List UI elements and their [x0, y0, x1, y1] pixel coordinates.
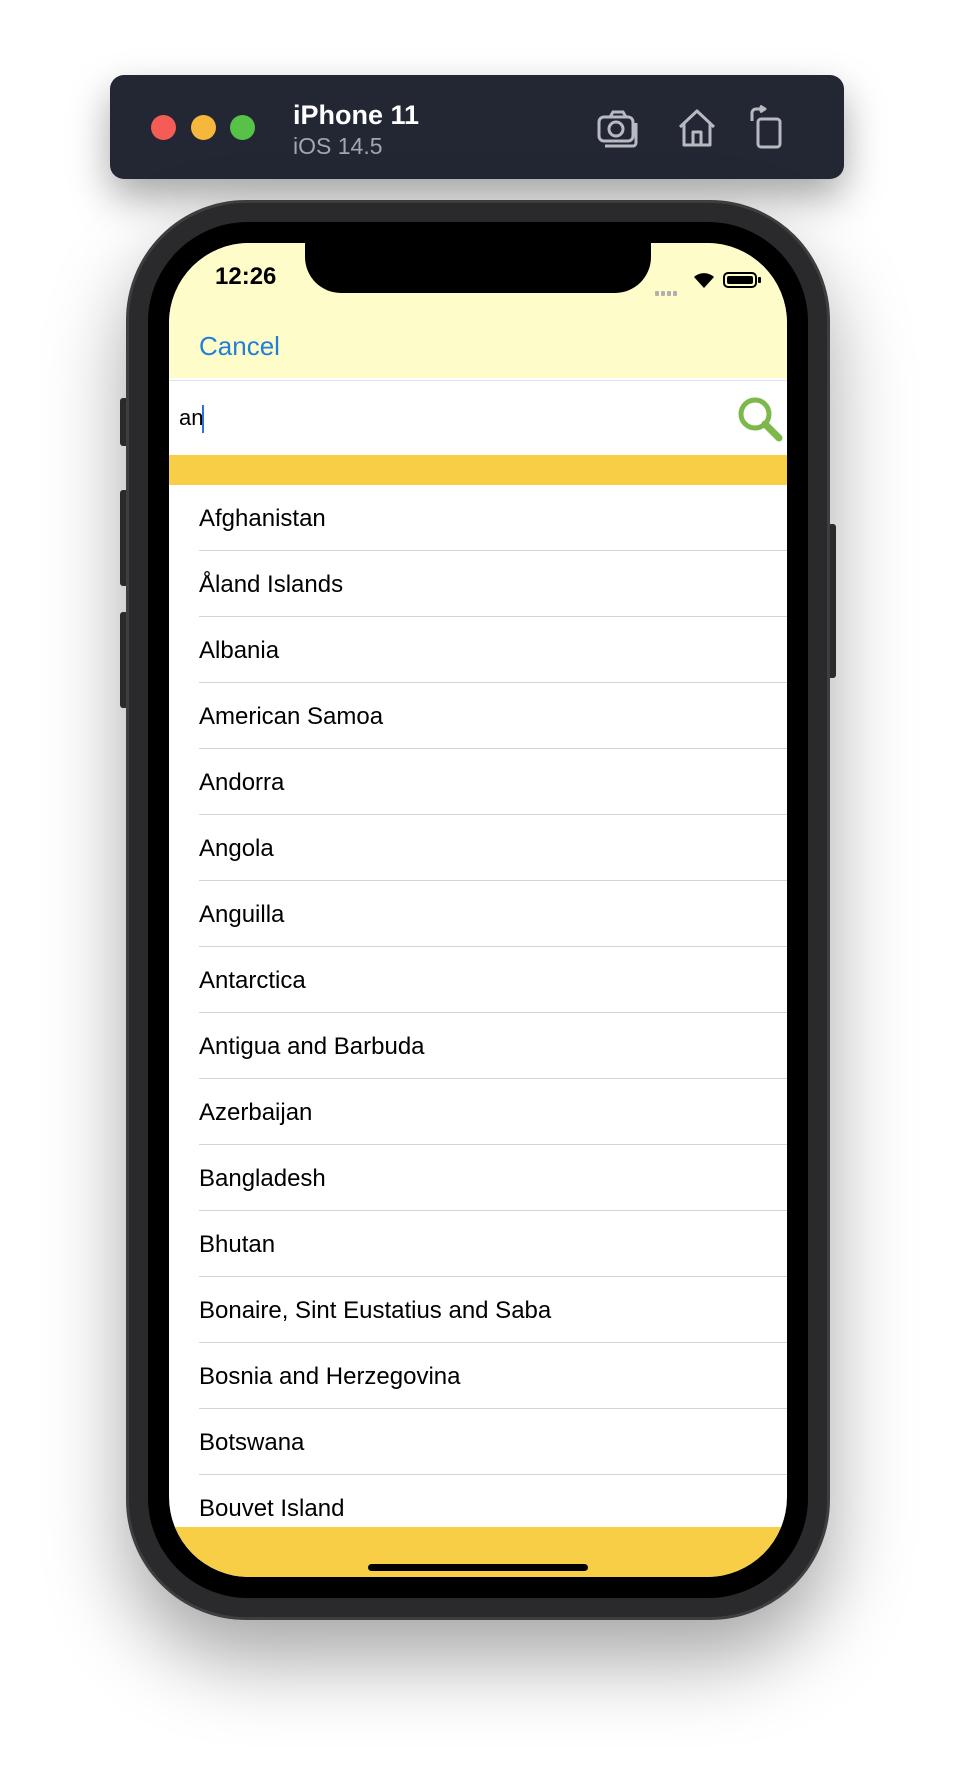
rotate-icon[interactable] [746, 104, 792, 151]
list-item[interactable]: Bhutan [169, 1211, 787, 1277]
search-input[interactable] [179, 401, 719, 435]
country-label: Bhutan [199, 1231, 276, 1258]
list-item[interactable]: Anguilla [169, 881, 787, 947]
country-label: Åland Islands [199, 571, 344, 598]
os-version: iOS 14.5 [293, 133, 383, 159]
minimize-window-button[interactable] [191, 115, 216, 140]
wifi-icon [694, 273, 714, 288]
list-item[interactable]: Botswana [169, 1409, 787, 1475]
list-item[interactable]: Antigua and Barbuda [169, 1013, 787, 1079]
country-label: Antarctica [199, 967, 306, 994]
country-label: Albania [199, 637, 280, 664]
device-name: iPhone 11 [293, 100, 420, 130]
battery-cap [758, 277, 761, 283]
close-window-button[interactable] [151, 115, 176, 140]
section-separator-bar [169, 455, 787, 485]
country-label: Bonaire, Sint Eustatius and Saba [199, 1297, 552, 1324]
simulator-title-bar: iPhone 11 iOS 14.5 [110, 75, 844, 179]
list-item[interactable]: American Samoa [169, 683, 787, 749]
country-label: Andorra [199, 769, 285, 796]
country-label: American Samoa [199, 703, 384, 730]
country-label: Angola [199, 835, 274, 862]
list-item[interactable]: Antarctica [169, 947, 787, 1013]
text-cursor [202, 405, 204, 433]
country-label: Anguilla [199, 901, 285, 928]
country-label: Bouvet Island [199, 1495, 345, 1522]
country-label: Afghanistan [199, 505, 326, 532]
cellular-signal-icon [655, 283, 679, 301]
battery-icon [723, 272, 757, 288]
zoom-window-button[interactable] [230, 115, 255, 140]
country-list: Afghanistan Åland Islands Albania American … [169, 485, 787, 1541]
home-indicator[interactable] [368, 1564, 588, 1571]
list-item[interactable]: Åland Islands [169, 551, 787, 617]
list-item[interactable]: Bosnia and Herzegovina [169, 1343, 787, 1409]
screenshot-icon[interactable] [596, 105, 642, 151]
country-label: Bosnia and Herzegovina [199, 1363, 461, 1390]
search-bar [169, 380, 787, 456]
cancel-button[interactable]: Cancel [199, 331, 280, 362]
search-icon[interactable] [736, 395, 784, 443]
list-item[interactable]: Angola [169, 815, 787, 881]
home-icon[interactable] [674, 105, 720, 151]
list-item[interactable]: Bangladesh [169, 1145, 787, 1211]
list-item[interactable]: Albania [169, 617, 787, 683]
list-item[interactable]: Bonaire, Sint Eustatius and Saba [169, 1277, 787, 1343]
notch [305, 243, 651, 293]
list-item[interactable]: Azerbaijan [169, 1079, 787, 1145]
status-time: 12:26 [215, 263, 277, 290]
country-label: Azerbaijan [199, 1099, 313, 1126]
list-item[interactable]: Afghanistan [169, 485, 787, 551]
phone-screen: 12:26 Cancel Afghanistan Åland Islands Alb… [169, 243, 787, 1577]
list-item[interactable]: Andorra [169, 749, 787, 815]
country-label: Botswana [199, 1429, 305, 1456]
simulator-canvas: iPhone 11 iOS 14.5 12:26 Cancel an Afgha… [0, 0, 956, 1774]
country-label: Bangladesh [199, 1165, 326, 1192]
country-label: Antigua and Barbuda [199, 1033, 425, 1060]
